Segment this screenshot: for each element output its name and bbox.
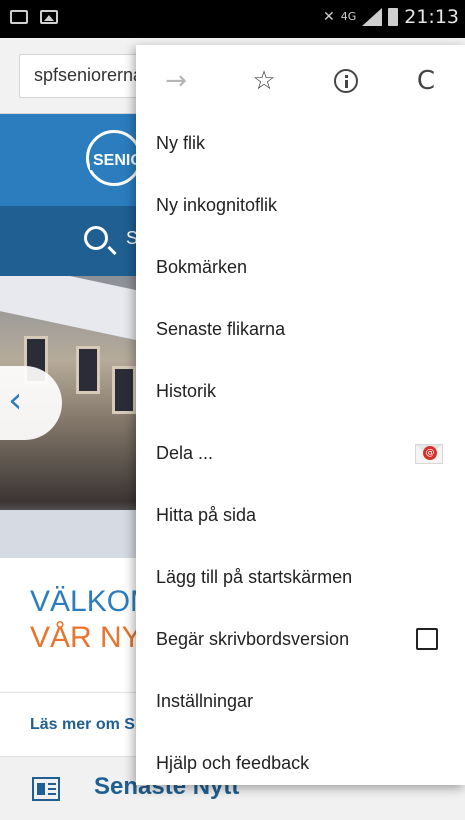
menu-item-label: Ny inkognitoflik [156, 194, 278, 215]
menu-item-new-tab[interactable]: Ny flik [136, 112, 465, 174]
menu-item-find-in-page[interactable]: Hitta på sida [136, 484, 465, 546]
menu-item-new-incognito-tab[interactable]: Ny inkognitoflik [136, 174, 465, 236]
sim-icon [10, 10, 28, 24]
overflow-menu: → ☆ C Ny flik Ny inkognitoflik Bokmärken… [136, 45, 465, 785]
at-sign-icon: @ [423, 446, 437, 460]
menu-item-request-desktop-site[interactable]: Begär skrivbordsversion [136, 608, 465, 670]
menu-item-label: Senaste flikarna [156, 318, 286, 339]
battery-icon [388, 8, 399, 26]
status-time: 21:13 [404, 6, 459, 28]
menu-item-label: Hitta på sida [156, 504, 257, 525]
search-icon[interactable] [84, 226, 108, 250]
hero-window [76, 346, 100, 394]
hero-window [112, 366, 136, 414]
menu-item-history[interactable]: Historik [136, 360, 465, 422]
carousel-prev-button[interactable]: ‹ [0, 366, 62, 440]
menu-item-recent-tabs[interactable]: Senaste flikarna [136, 298, 465, 360]
menu-item-label: Lägg till på startskärmen [156, 566, 353, 587]
forward-button[interactable]: → [154, 59, 198, 103]
network-type: 4G [340, 10, 357, 23]
menu-item-share[interactable]: Dela ... @ [136, 422, 465, 484]
desktop-site-checkbox[interactable] [416, 628, 438, 650]
menu-item-label: Hjälp och feedback [156, 752, 310, 773]
status-bar-left [10, 10, 58, 24]
menu-item-label: Inställningar [156, 690, 254, 711]
menu-toolbar: → ☆ C [136, 45, 465, 119]
signal-icon [362, 8, 383, 26]
image-icon [40, 10, 58, 24]
bookmark-star-icon[interactable]: ☆ [242, 59, 286, 103]
menu-item-settings[interactable]: Inställningar [136, 670, 465, 732]
menu-item-label: Bokmärken [156, 256, 248, 277]
mute-icon: ✕ [322, 9, 335, 25]
hero-roof [0, 276, 140, 341]
menu-item-help-feedback[interactable]: Hjälp och feedback [136, 732, 465, 794]
menu-item-bookmarks[interactable]: Bokmärken [136, 236, 465, 298]
status-bar: ✕ 4G 21:13 [0, 0, 465, 38]
info-icon [334, 69, 358, 93]
reload-icon[interactable]: C [404, 59, 448, 103]
email-share-icon[interactable]: @ [415, 440, 445, 464]
menu-item-add-to-home-screen[interactable]: Lägg till på startskärmen [136, 546, 465, 608]
menu-item-label: Ny flik [156, 132, 205, 153]
page-info-button[interactable] [324, 59, 368, 103]
status-bar-right: ✕ 4G 21:13 [323, 6, 459, 28]
newspaper-icon [32, 777, 60, 801]
chevron-left-icon: ‹ [8, 380, 23, 421]
menu-list: Ny flik Ny inkognitoflik Bokmärken Senas… [136, 112, 465, 794]
menu-item-label: Historik [156, 380, 217, 401]
